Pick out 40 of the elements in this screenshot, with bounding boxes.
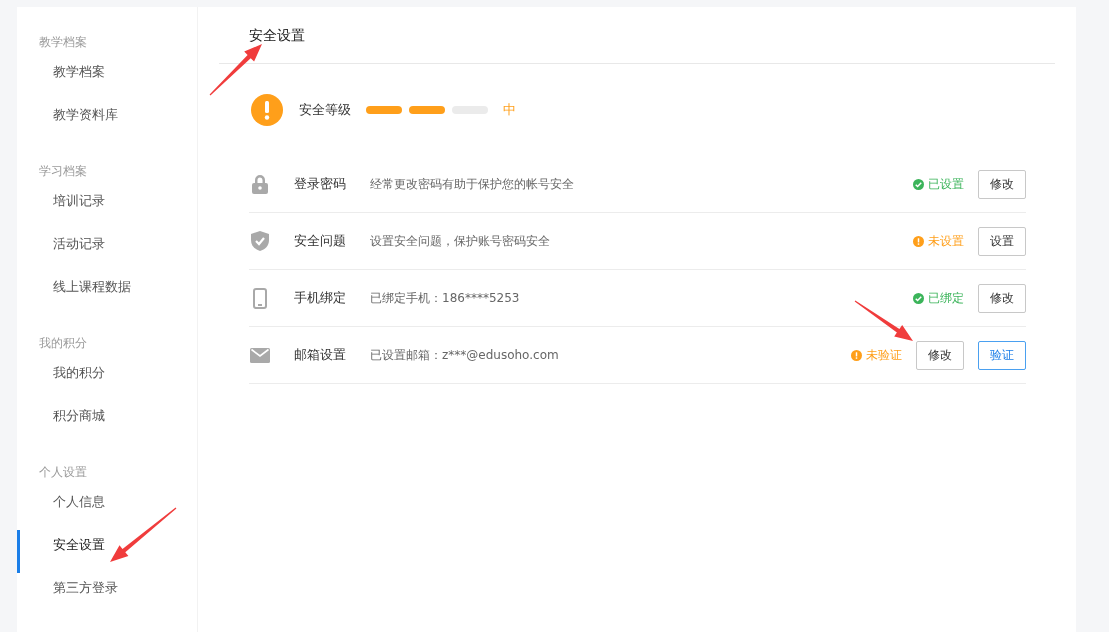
sidebar-item[interactable]: 第三方登录 xyxy=(17,573,197,616)
sidebar-item[interactable]: 积分商城 xyxy=(17,401,197,444)
annotation-arrow xyxy=(110,507,177,562)
setting-name: 登录密码 xyxy=(294,175,347,193)
edit-button[interactable]: 设置 xyxy=(978,226,1026,256)
sidebar-item[interactable]: 教学资料库 xyxy=(17,100,197,143)
annotation-arrow xyxy=(209,44,262,96)
level-label: 安全等级 xyxy=(299,101,351,119)
setting-description: 已绑定手机：186****5253 xyxy=(370,289,521,307)
status-text: 未验证 xyxy=(866,346,902,364)
setting-name: 安全问题 xyxy=(294,232,347,250)
sidebar-item[interactable]: 活动记录 xyxy=(17,229,197,272)
level-reading: 中 xyxy=(503,101,516,119)
status-text: 已绑定 xyxy=(928,289,964,307)
setting-description: 设置安全问题，保护账号密码安全 xyxy=(370,232,551,250)
sidebar-item[interactable]: 线上课程数据 xyxy=(17,272,197,315)
sidebar-item[interactable]: 教学档案 xyxy=(17,57,197,100)
annotation-arrow xyxy=(854,300,913,341)
mail-icon xyxy=(250,347,270,363)
warning-icon xyxy=(251,94,283,126)
sidebar-group-title: 我的积分 xyxy=(38,335,88,352)
sidebar-item[interactable]: 我的积分 xyxy=(17,358,197,401)
setting-description: 经常更改密码有助于保护您的帐号安全 xyxy=(370,175,575,193)
edit-button[interactable]: 修改 xyxy=(916,340,964,370)
setting-name: 手机绑定 xyxy=(294,289,347,307)
sidebar-item[interactable]: 个人信息 xyxy=(17,487,197,530)
status-text: 未设置 xyxy=(928,232,964,250)
status-text: 已设置 xyxy=(928,175,964,193)
sidebar-group-title: 学习档案 xyxy=(38,163,88,180)
sidebar-group-title: 教学档案 xyxy=(38,34,88,51)
shield-icon xyxy=(250,231,270,251)
verify-button[interactable]: 验证 xyxy=(978,340,1026,370)
phone-icon xyxy=(250,287,270,309)
sidebar-item[interactable]: 培训记录 xyxy=(17,186,197,229)
lock-icon xyxy=(250,174,270,194)
sidebar-group-title: 个人设置 xyxy=(38,464,88,481)
setting-name: 邮箱设置 xyxy=(294,346,347,364)
setting-description: 已设置邮箱：z***@edusoho.com xyxy=(370,346,560,364)
edit-button[interactable]: 修改 xyxy=(978,283,1026,313)
edit-button[interactable]: 修改 xyxy=(978,169,1026,199)
